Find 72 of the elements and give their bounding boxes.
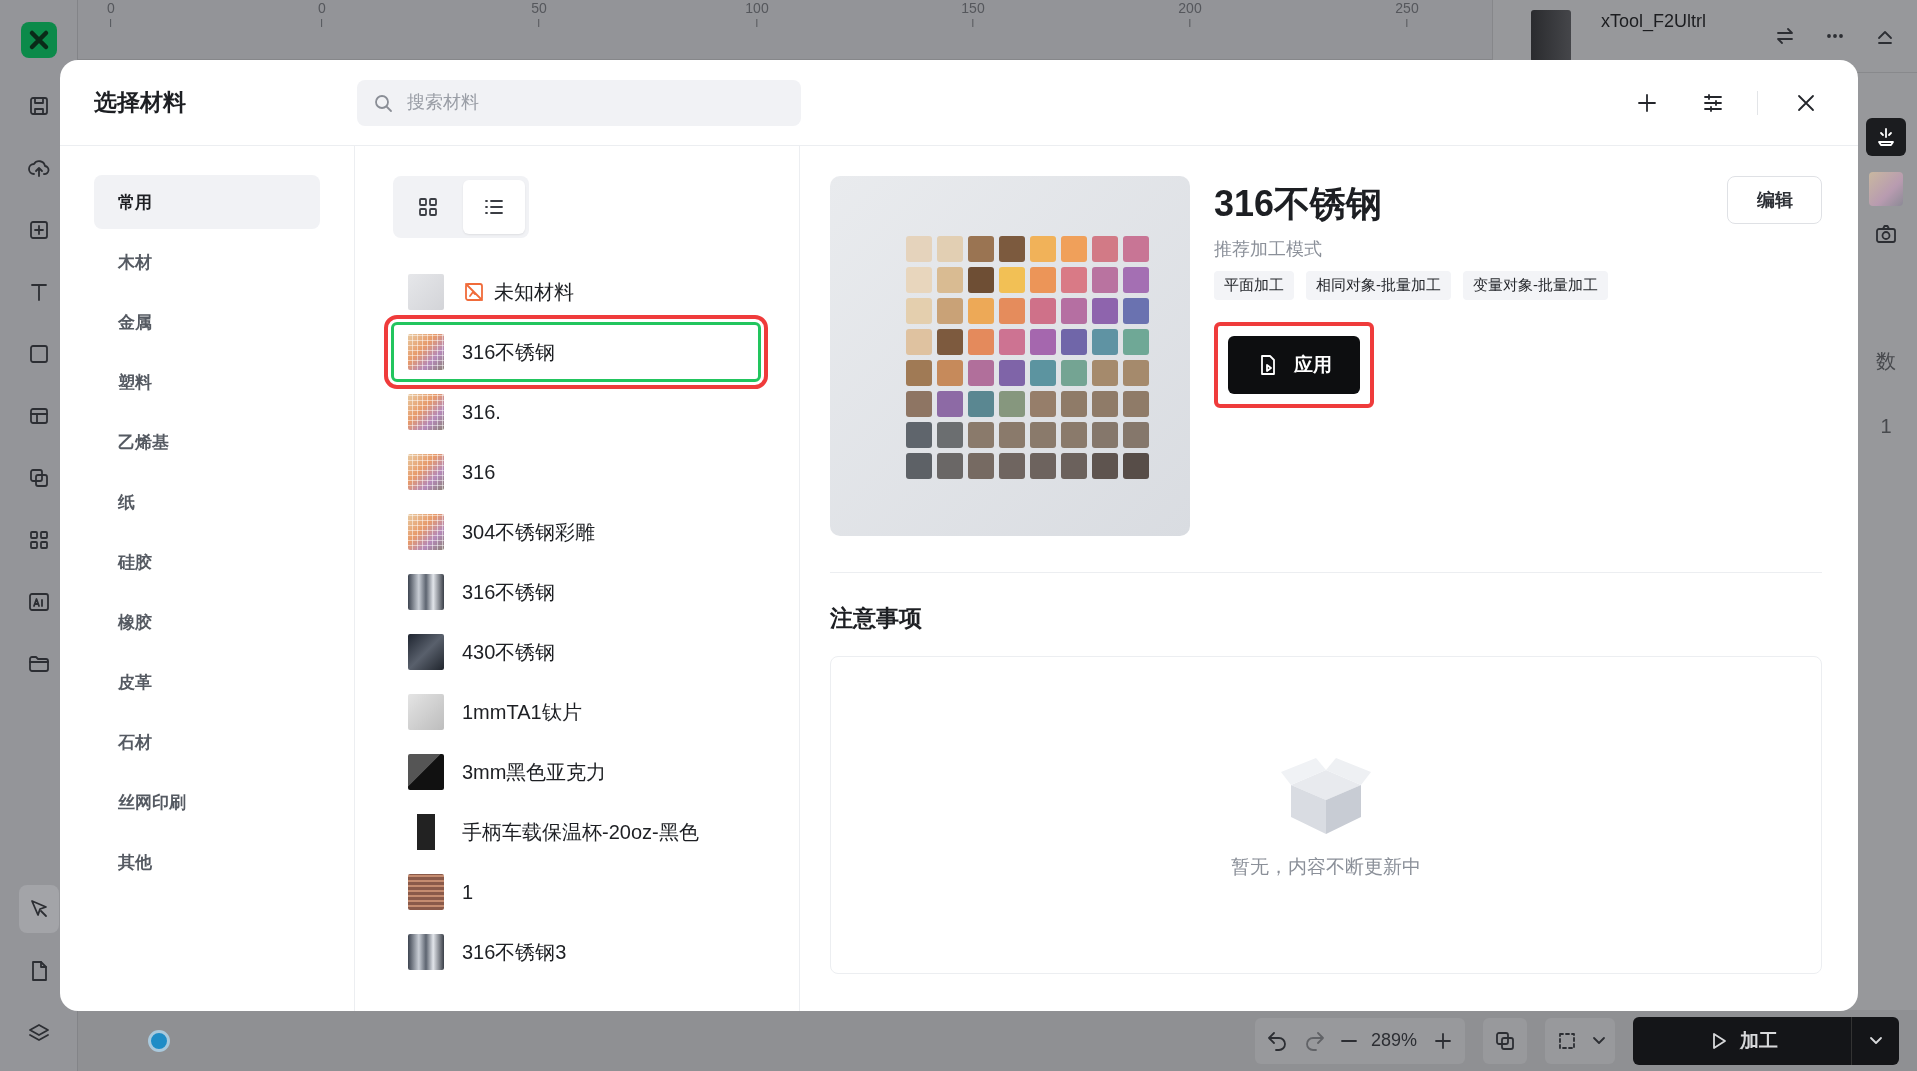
list-view-icon[interactable] bbox=[463, 180, 525, 234]
no-image-icon bbox=[462, 280, 486, 304]
status-dot bbox=[148, 1029, 170, 1052]
material-item[interactable]: 1 bbox=[391, 862, 761, 922]
material-item[interactable]: 316. bbox=[391, 382, 761, 442]
apply-button[interactable]: 应用 bbox=[1228, 336, 1360, 394]
search-input[interactable]: 搜索材料 bbox=[405, 91, 787, 114]
material-thumbnail bbox=[1869, 172, 1903, 206]
material-item[interactable]: 316不锈钢3 bbox=[391, 922, 761, 982]
caret-icon bbox=[1869, 1037, 1882, 1044]
category-item[interactable]: 塑料 bbox=[94, 355, 320, 409]
process-button[interactable]: 加工 bbox=[1633, 1016, 1851, 1065]
material-item[interactable]: 304不锈钢彩雕 bbox=[391, 502, 761, 562]
material-thumbnail bbox=[408, 334, 444, 370]
material-item[interactable]: 316 bbox=[391, 442, 761, 502]
device-name: xTool_F2Ultrl bbox=[1601, 10, 1708, 32]
material-thumbnail bbox=[408, 934, 444, 970]
camera-icon[interactable] bbox=[1874, 222, 1898, 246]
category-item[interactable]: 皮革 bbox=[94, 655, 320, 709]
dialog-title: 选择材料 bbox=[94, 88, 187, 117]
ruler-label: 250 bbox=[1395, 0, 1419, 27]
mode-tag: 相同对象-批量加工 bbox=[1306, 271, 1451, 300]
material-thumbnail bbox=[408, 754, 444, 790]
material-item[interactable]: 未知材料 bbox=[391, 262, 761, 322]
pointer-pen-icon[interactable] bbox=[18, 885, 59, 933]
device-image bbox=[1531, 10, 1571, 62]
category-item[interactable]: 橡胶 bbox=[94, 595, 320, 649]
zoom-out-icon[interactable] bbox=[1340, 1038, 1357, 1043]
notes-title: 注意事项 bbox=[830, 604, 923, 633]
material-thumbnail bbox=[408, 274, 444, 310]
ruler-label: 0 bbox=[318, 0, 326, 27]
panel-label: 数 bbox=[1876, 349, 1896, 374]
ruler-label: 50 bbox=[531, 0, 547, 27]
edit-button[interactable]: 编辑 bbox=[1727, 176, 1822, 224]
mode-tag: 平面加工 bbox=[1214, 271, 1294, 300]
zoom-level: 289% bbox=[1370, 1030, 1417, 1051]
panel-value: 1 bbox=[1880, 415, 1892, 438]
category-item[interactable]: 纸 bbox=[94, 475, 320, 529]
category-item[interactable]: 硅胶 bbox=[94, 535, 320, 589]
mode-tag: 变量对象-批量加工 bbox=[1463, 271, 1608, 300]
category-item[interactable]: 常用 bbox=[94, 175, 320, 229]
ruler-label: 0 bbox=[107, 0, 115, 27]
category-item[interactable]: 其他 bbox=[94, 835, 320, 889]
material-item[interactable]: 316不锈钢 bbox=[391, 562, 761, 622]
empty-message: 暂无，内容不断更新中 bbox=[1231, 855, 1421, 879]
material-thumbnail bbox=[408, 514, 444, 550]
material-thumbnail bbox=[408, 874, 444, 910]
caret-icon[interactable] bbox=[1593, 1037, 1605, 1044]
laser-icon[interactable] bbox=[1866, 118, 1906, 156]
material-thumbnail bbox=[408, 634, 444, 670]
app-logo-icon bbox=[20, 22, 57, 58]
material-item[interactable]: 手柄车载保温杯-20oz-黑色 bbox=[391, 802, 761, 862]
material-thumbnail bbox=[408, 574, 444, 610]
more-icon[interactable] bbox=[1827, 34, 1843, 38]
modes-label: 推荐加工模式 bbox=[1214, 238, 1323, 261]
dropdown-button[interactable] bbox=[1851, 1016, 1899, 1065]
category-item[interactable]: 丝网印刷 bbox=[94, 775, 320, 829]
ruler-label: 200 bbox=[1178, 0, 1202, 27]
category-item[interactable]: 金属 bbox=[94, 295, 320, 349]
search-field[interactable]: 搜索材料 bbox=[357, 79, 801, 126]
ruler-label: 100 bbox=[745, 0, 769, 27]
category-item[interactable]: 木材 bbox=[94, 235, 320, 289]
material-item[interactable]: 1mmTA1钛片 bbox=[391, 682, 761, 742]
material-thumbnail bbox=[408, 454, 444, 490]
material-title: 316不锈钢 bbox=[1214, 182, 1383, 226]
material-thumbnail bbox=[408, 394, 444, 430]
ruler-label: 150 bbox=[961, 0, 985, 27]
category-item[interactable]: 石材 bbox=[94, 715, 320, 769]
material-item[interactable]: 430不锈钢 bbox=[391, 622, 761, 682]
category-item[interactable]: 乙烯基 bbox=[94, 415, 320, 469]
material-item[interactable]: 3mm黑色亚克力 bbox=[391, 742, 761, 802]
material-thumbnail bbox=[408, 694, 444, 730]
